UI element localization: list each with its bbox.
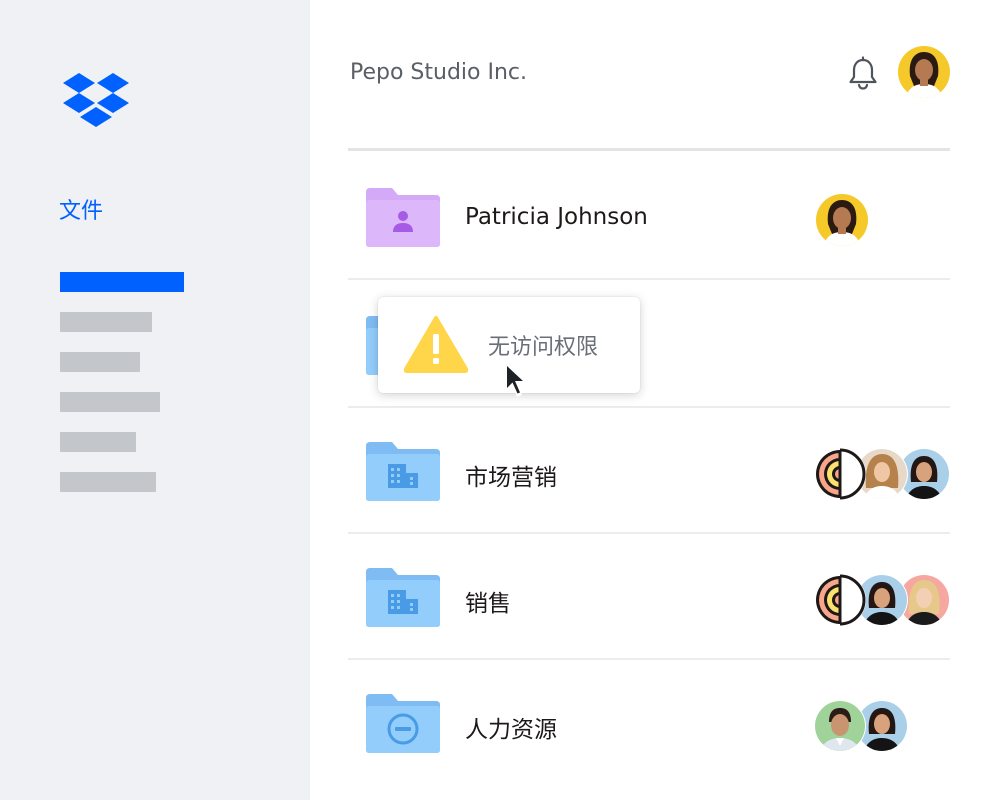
sidebar-item[interactable] xyxy=(60,312,152,332)
restricted-folder-icon xyxy=(366,694,440,753)
personal-folder-icon xyxy=(366,188,440,247)
sidebar: 文件 xyxy=(0,0,310,800)
team-folder-icon xyxy=(366,568,440,627)
no-access-text: 无访问权限 xyxy=(488,335,599,360)
bell-icon[interactable] xyxy=(846,56,880,90)
dropbox-logo[interactable] xyxy=(63,72,129,128)
table-row[interactable]: Patricia Johnson xyxy=(348,154,950,280)
sidebar-item[interactable] xyxy=(60,352,140,372)
row-divider xyxy=(348,278,950,280)
member-avatars xyxy=(816,194,868,246)
sidebar-item[interactable] xyxy=(60,472,156,492)
mouse-cursor-icon xyxy=(505,362,527,397)
folder-name[interactable]: 销售 xyxy=(465,584,511,618)
patricia-avatar xyxy=(816,194,868,246)
team-folder-icon xyxy=(366,442,440,501)
files-nav-title[interactable]: 文件 xyxy=(59,193,103,225)
sidebar-item[interactable] xyxy=(60,432,136,452)
team-logo-avatar xyxy=(814,448,866,500)
user-avatar[interactable] xyxy=(898,46,950,98)
member-avatars xyxy=(814,574,950,626)
table-row[interactable]: 销售 xyxy=(348,534,950,660)
main-panel: Pepo Studio Inc. Patricia Johnson 市场营销 销… xyxy=(310,0,990,800)
table-row[interactable]: 市场营销 xyxy=(348,408,950,534)
sidebar-item-active[interactable] xyxy=(60,272,184,292)
header-divider xyxy=(348,148,950,151)
member-avatar xyxy=(814,700,866,752)
folder-name[interactable]: 市场营销 xyxy=(465,458,557,492)
folder-name[interactable]: 人力资源 xyxy=(465,710,557,744)
company-name: Pepo Studio Inc. xyxy=(350,60,528,85)
warning-icon xyxy=(404,316,468,373)
folder-name[interactable]: Patricia Johnson xyxy=(465,204,648,230)
team-logo-avatar xyxy=(814,574,866,626)
table-row[interactable]: 人力资源 xyxy=(348,660,950,786)
member-avatars xyxy=(814,700,908,752)
member-avatars xyxy=(814,448,950,500)
sidebar-item[interactable] xyxy=(60,392,160,412)
